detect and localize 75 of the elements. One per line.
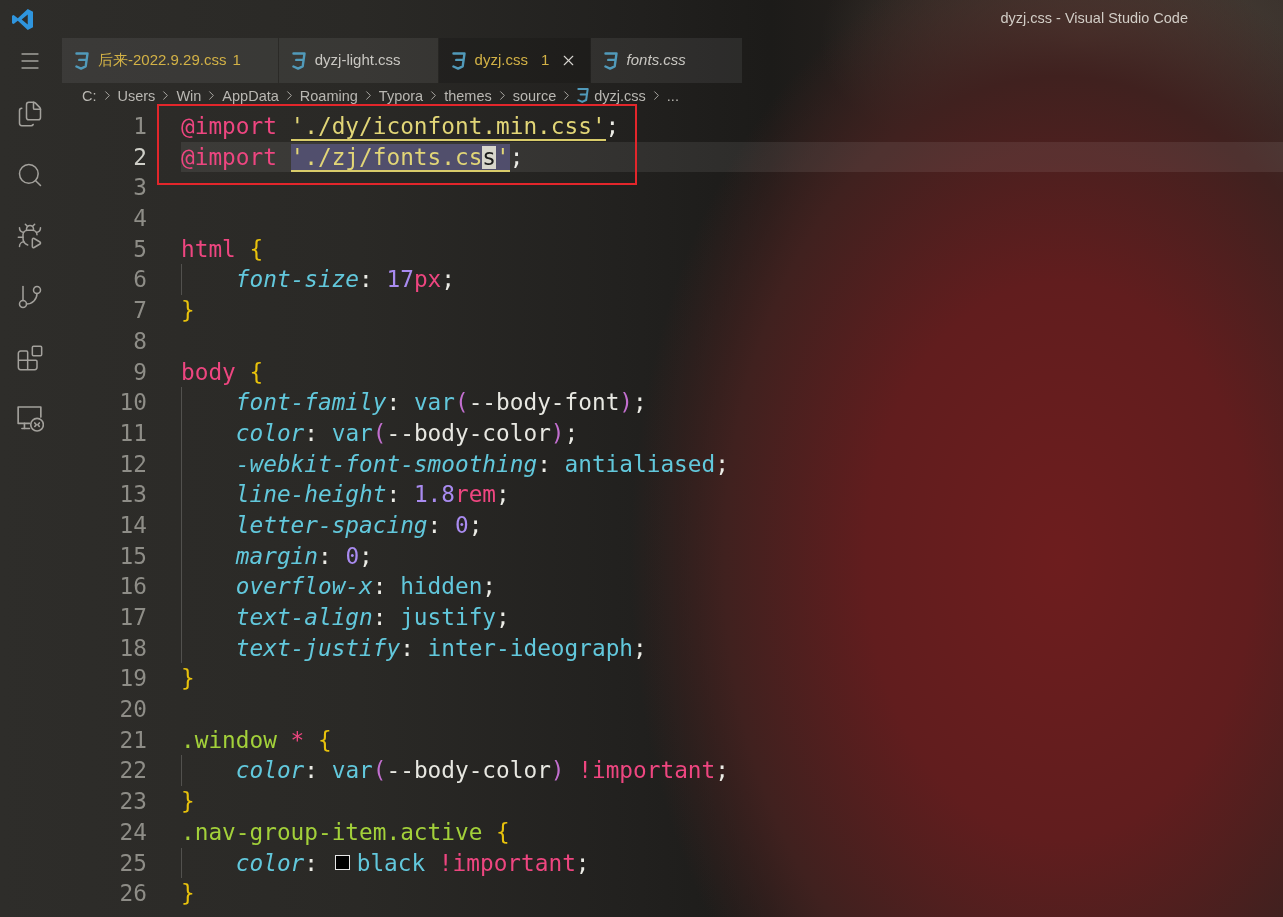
css-file-icon (75, 51, 89, 70)
css-file-icon (291, 51, 306, 70)
line-number: 23 (119, 787, 147, 817)
line-number: 5 (133, 234, 147, 264)
code-text: font-size: 17px; (235, 265, 455, 295)
line-number: 15 (119, 541, 147, 571)
code-text: @import './dy/iconfont.min.css'; (181, 112, 620, 142)
code-text: letter-spacing: 0; (235, 510, 483, 540)
breadcrumb-item[interactable]: dyzj.css (577, 87, 646, 104)
line-number: 25 (119, 848, 147, 878)
breadcrumb-item[interactable]: source (512, 87, 557, 104)
files-icon[interactable] (16, 99, 44, 128)
window-title: dyzj.css - Visual Studio Code (1000, 9, 1188, 29)
code-text: color: var(--body-color) !important; (235, 756, 729, 786)
breadcrumb-item[interactable]: Win (176, 87, 202, 104)
tab[interactable]: dyzj-light.css (278, 38, 438, 83)
code-text: } (181, 879, 195, 909)
line-number: 9 (133, 357, 147, 387)
code-text: .window * { (181, 725, 332, 755)
code-text: } (181, 296, 195, 326)
line-number: 18 (119, 633, 147, 663)
line-number: 4 (133, 204, 147, 234)
blocks-icon[interactable] (16, 343, 44, 372)
line-number: 19 (119, 664, 147, 694)
code-text: color: (235, 848, 319, 878)
code-text: black !important; (356, 848, 590, 878)
line-number: 16 (119, 572, 147, 602)
code-text: margin: 0; (235, 541, 373, 571)
app-logo-icon[interactable] (11, 8, 33, 30)
tab[interactable]: 后来-2022.9.29.css 1 (62, 38, 278, 83)
code-text: html { (181, 234, 264, 264)
code-text: .nav-group-item.active { (181, 817, 510, 847)
line-number: 24 (119, 817, 147, 847)
line-number: 10 (119, 388, 147, 418)
problem-count: 1 (232, 50, 241, 71)
code-text: text-justify: inter-ideograph; (235, 633, 647, 663)
line-number: 8 (133, 326, 147, 356)
line-number: 21 (119, 725, 147, 755)
line-number: 20 (119, 695, 147, 725)
code-text: -webkit-font-smoothing: antialiased; (235, 449, 729, 479)
css-file-icon (577, 88, 590, 103)
line-number: 11 (119, 418, 147, 448)
line-number: 22 (119, 756, 147, 786)
css-file-icon (451, 51, 466, 70)
line-number: 1 (133, 112, 147, 141)
line-number: 3 (133, 173, 147, 203)
breadcrumb-item[interactable]: Users (117, 87, 156, 104)
code-text: } (181, 787, 195, 817)
tab[interactable]: dyzj.css 1 (438, 38, 590, 83)
breadcrumb-item[interactable]: C: (82, 87, 97, 104)
problem-count: 1 (540, 50, 550, 71)
code-text: overflow-x: hidden; (235, 572, 497, 602)
line-number: 12 (119, 449, 147, 479)
line-number: 17 (119, 603, 147, 632)
tab[interactable]: fonts.css (590, 38, 742, 83)
line-number: 26 (119, 879, 147, 909)
monitor-icon[interactable] (16, 405, 44, 432)
code-text: color: var(--body-color); (235, 418, 579, 448)
breadcrumb-item[interactable]: Roaming (299, 87, 358, 104)
code-text: } (181, 664, 195, 694)
css-file-icon (603, 51, 618, 70)
line-number: 7 (133, 296, 147, 326)
code-text: font-family: var(--body-font); (235, 388, 647, 418)
code-text: text-align: justify; (235, 603, 510, 632)
breadcrumb-item[interactable]: AppData (222, 87, 279, 104)
line-number: 2 (133, 142, 147, 172)
breadcrumb-item[interactable]: ... (666, 87, 679, 104)
code-text: line-height: 1.8 rem; (235, 480, 510, 510)
breadcrumb-item[interactable]: Typora (378, 87, 424, 104)
line-number: 13 (119, 480, 147, 510)
line-number: 6 (133, 265, 147, 295)
breadcrumb-item[interactable]: themes (444, 87, 492, 104)
code-text: body { (181, 357, 264, 387)
line-number: 14 (119, 510, 147, 540)
play-bug-icon[interactable] (16, 221, 44, 250)
